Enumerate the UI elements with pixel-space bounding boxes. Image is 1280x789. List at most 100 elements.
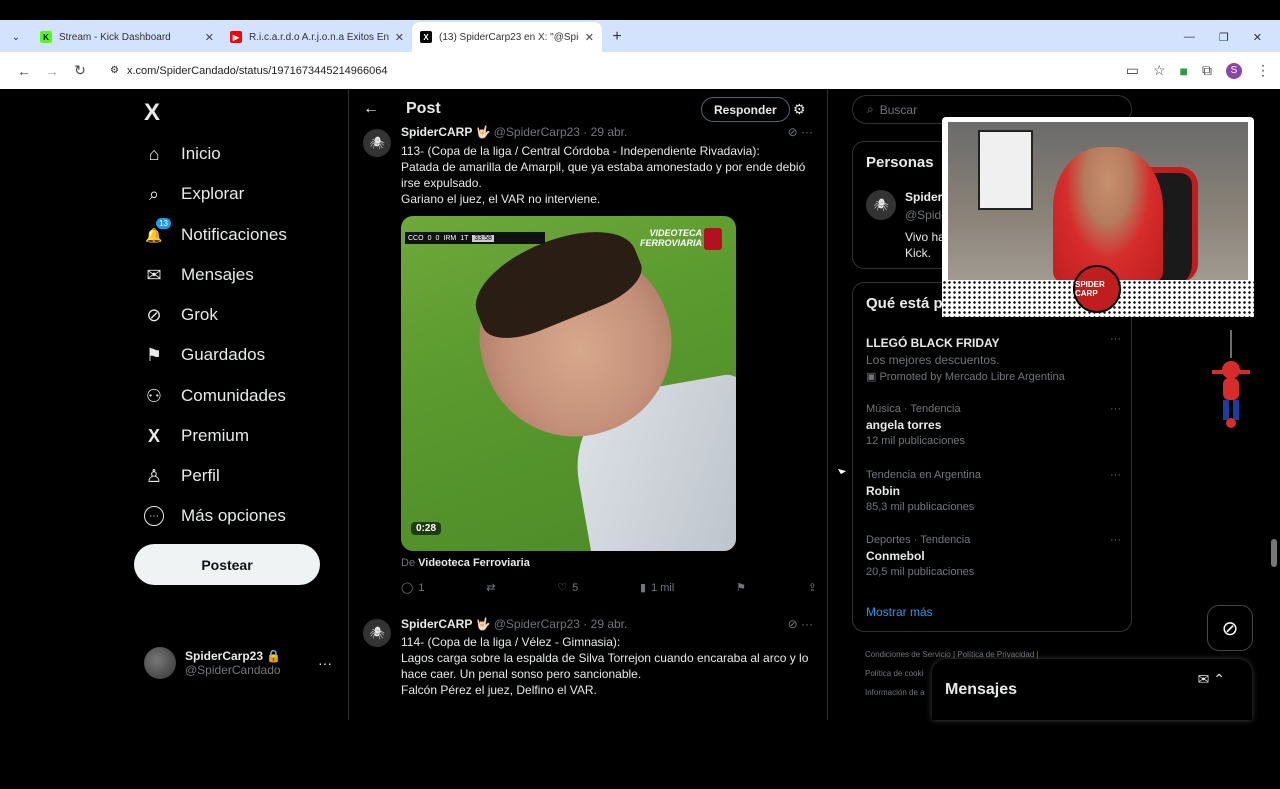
trend-item[interactable]: LLEGÓ BLACK FRIDAY Los mejores descuento… [866, 333, 1121, 383]
site-info-icon[interactable]: ⚙ [110, 65, 119, 76]
webcam-overlay: SPIDER CARP [942, 117, 1254, 317]
tab-x[interactable]: X (13) SpiderCarp23 en X: "@Spid ✕ [412, 22, 602, 52]
x-logo-icon[interactable]: X [144, 99, 160, 127]
nav-label: Explorar [181, 184, 245, 203]
scrollbar[interactable] [1270, 189, 1278, 789]
trend-item[interactable]: Deportes · Tendencia Conmebol 20,5 mil p… [866, 534, 1121, 578]
compose-message-icon[interactable]: ✉ ⌃ [1198, 671, 1225, 688]
avatar[interactable]: 🕷 [363, 619, 391, 647]
close-icon[interactable]: ✕ [585, 31, 594, 44]
tweet[interactable]: 🕷 SpiderCARP 🤟🏻 @SpiderCarp23 · 29 abr. … [349, 125, 827, 645]
tweet-meta: @SpiderCarp23 · 29 abr. [493, 617, 628, 631]
close-icon[interactable]: ✕ [205, 31, 214, 44]
bookmark-icon: ⚑ [736, 582, 746, 594]
share-action[interactable]: ⇪ [808, 581, 817, 594]
tab-youtube[interactable]: ▶ R.i.c.a.r.d.o A.r.j.o.n.a Éxitos Eng ✕ [222, 22, 412, 52]
person-name[interactable]: Spider [905, 190, 942, 204]
search-icon: ⌕ [148, 183, 160, 204]
webcam-feed [948, 122, 1248, 282]
puzzle-icon[interactable]: ⧉ [1202, 62, 1212, 79]
tab-kick[interactable]: K Stream - Kick Dashboard ✕ [32, 22, 222, 52]
trend-name: angela torres [866, 418, 942, 432]
main-column: ← Post Responder ⚙ 🕷 SpiderCARP 🤟🏻 @Spid… [348, 89, 828, 720]
nav-item-mas-opciones[interactable]: ⋯ Más opciones [144, 506, 286, 526]
share-icon: ⇪ [807, 582, 817, 594]
close-window-icon[interactable]: ✕ [1253, 31, 1262, 44]
back-icon[interactable]: ← [10, 63, 38, 79]
source-link[interactable]: Videoteca Ferroviaria [418, 557, 530, 569]
person-bio: Kick. [905, 246, 932, 260]
more-icon[interactable]: ··· [1110, 534, 1121, 546]
maximize-icon[interactable]: ❐ [1219, 31, 1229, 44]
trend-item[interactable]: Tendencia en Argentina Robin 85,3 mil pu… [866, 469, 1121, 513]
tweet-line: Falcón Pérez el juez, Delfino el VAR. [401, 683, 597, 697]
tune-icon[interactable]: ⚙ [793, 101, 806, 118]
nav-label: Notificaciones [181, 225, 287, 244]
nav-label: Premium [181, 426, 250, 445]
nav-item-grok[interactable]: ⊘ Grok [144, 305, 217, 325]
nav-item-guardados[interactable]: ⚑ Guardados [144, 345, 265, 365]
address-bar: ← → ↻ ⚙ x.com/SpiderCandado/status/19716… [0, 52, 1280, 89]
account-handle: @SpiderCandado [185, 663, 281, 677]
views-action[interactable]: ▮ 1 mil [640, 581, 674, 595]
messages-drawer[interactable]: Mensajes ✉ ⌃ [932, 659, 1252, 720]
nav-item-comunidades[interactable]: ⚇ Comunidades [144, 386, 286, 406]
kick-icon: K [40, 31, 52, 43]
nav-label: Comunidades [181, 386, 286, 405]
reply-button[interactable]: Responder [701, 97, 790, 122]
profile-avatar[interactable]: S [1226, 62, 1242, 79]
account-switcher[interactable]: SpiderCarp23 🔒 @SpiderCandado ··· [144, 647, 332, 679]
url-input[interactable]: ⚙ x.com/SpiderCandado/status/19716734452… [104, 56, 1126, 85]
new-tab-button[interactable]: + [602, 22, 632, 52]
retweet-icon: ⇄ [486, 582, 496, 594]
nav-item-notificaciones[interactable]: 🔔 13 Notificaciones [144, 218, 287, 245]
reply-action[interactable]: ◯ 1 [401, 581, 424, 595]
back-arrow-icon[interactable]: ← [363, 100, 379, 118]
watermark-logo [704, 228, 722, 250]
author-name[interactable]: SpiderCARP 🤟🏻 [401, 125, 490, 139]
home-icon: ⌂ [148, 143, 160, 164]
nav-item-perfil[interactable]: ♙ Perfil [144, 466, 220, 486]
trend-item[interactable]: Música · Tendencia angela torres 12 mil … [866, 403, 1121, 447]
nav-item-explorar[interactable]: ⌕ Explorar [144, 184, 244, 204]
forward-icon[interactable]: → [38, 63, 66, 79]
x-icon: X [420, 31, 432, 43]
close-icon[interactable]: ✕ [395, 31, 404, 44]
tweet-line: 113- (Copa de la liga / Central Córdoba … [401, 144, 760, 158]
bookmark-action[interactable]: ⚑ [736, 581, 746, 594]
show-more-link[interactable]: Mostrar más [866, 605, 933, 619]
nav-item-inicio[interactable]: ⌂ Inicio [144, 144, 221, 164]
reload-icon[interactable]: ↻ [66, 62, 94, 79]
tweet-line: Patada de amarilla de Amarpil, que ya es… [401, 160, 806, 174]
cast-icon[interactable]: ▭ [1126, 62, 1139, 79]
extension-icon[interactable]: ■ [1180, 63, 1188, 79]
avatar[interactable]: 🕷 [866, 190, 896, 220]
author-name[interactable]: SpiderCARP 🤟🏻 [401, 617, 490, 631]
grok-icon[interactable]: ⊘ ··· [788, 125, 813, 139]
video-player[interactable]: CCO 0 0 IRM 1T 33:58 VIDEOTECA FERROVIARIA 0:… [401, 216, 736, 551]
nav-item-premium[interactable]: X Premium [144, 426, 249, 446]
minimize-icon[interactable]: — [1184, 31, 1195, 43]
tab-search-icon[interactable]: ⌄ [0, 22, 32, 52]
nav-label: Más opciones [181, 506, 286, 525]
nav-label: Guardados [181, 345, 266, 364]
post-button[interactable]: Postear [134, 544, 320, 585]
views-icon: ▮ [640, 582, 647, 594]
more-icon[interactable]: ··· [1110, 403, 1121, 415]
nav-item-mensajes[interactable]: ✉ Mensajes [144, 265, 253, 285]
more-icon[interactable]: ··· [1110, 469, 1121, 481]
tweet[interactable]: 🕷 SpiderCARP 🤟🏻 @SpiderCarp23 · 29 abr. … [349, 615, 827, 715]
bookmark-star-icon[interactable]: ☆ [1153, 62, 1166, 79]
scrollbar-thumb[interactable] [1271, 539, 1277, 567]
avatar[interactable]: 🕷 [363, 129, 391, 157]
retweet-action[interactable]: ⇄ [486, 581, 495, 594]
like-action[interactable]: ♡ 5 [557, 581, 578, 595]
tab-strip: ⌄ K Stream - Kick Dashboard ✕ ▶ R.i.c.a.… [0, 20, 1280, 52]
grok-fab-icon[interactable]: ⊘ [1207, 605, 1253, 651]
poster [978, 130, 1033, 210]
communities-icon: ⚇ [145, 385, 163, 406]
more-icon[interactable]: ··· [1110, 333, 1121, 345]
more-icon[interactable]: ··· [318, 655, 332, 671]
grok-icon[interactable]: ⊘ ··· [788, 617, 813, 631]
menu-icon[interactable]: ⋮ [1256, 62, 1270, 79]
